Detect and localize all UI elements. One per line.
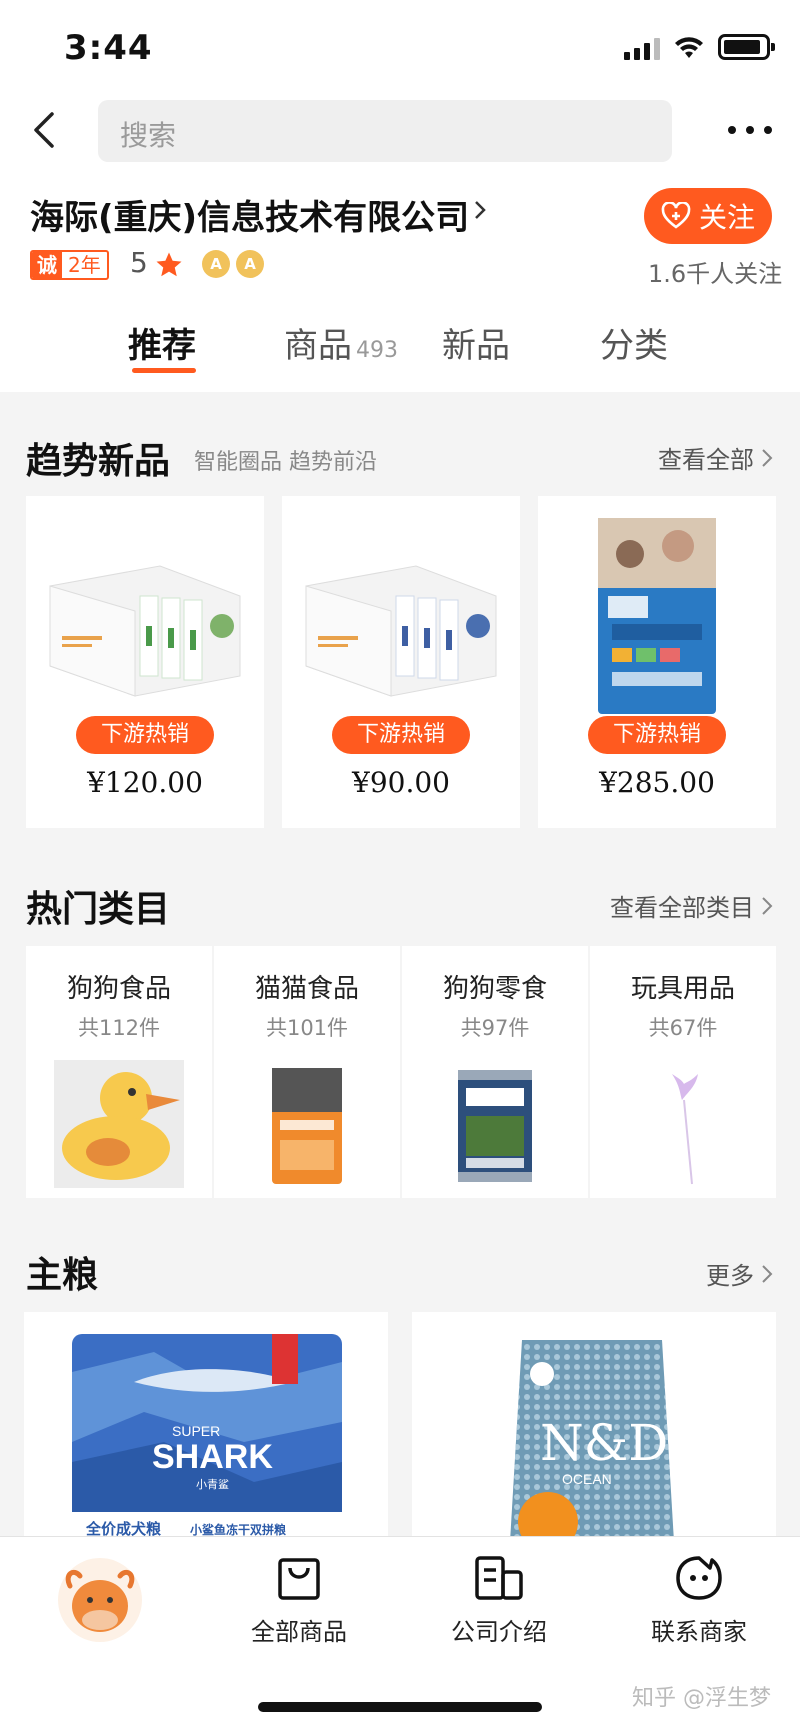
status-time: 3:44 [64, 28, 153, 68]
duck-icon [54, 1060, 184, 1188]
integrity-badge-years: 2年 [68, 253, 101, 277]
chevron-right-icon [762, 896, 773, 915]
integrity-badge: 诚 2年 [30, 250, 109, 280]
shark-brand-large: SHARK [152, 1438, 273, 1476]
battery-icon [718, 34, 775, 60]
home-indicator[interactable] [258, 1702, 542, 1712]
product-image-cat-kitten-bag [272, 1068, 342, 1184]
chevron-right-icon [762, 448, 773, 467]
trending-view-all[interactable]: 查看全部 [658, 440, 774, 475]
follower-count: 1.6千人关注 [648, 260, 783, 288]
integrity-badge-prefix: 诚 [32, 252, 62, 278]
tab-categories[interactable]: 分类 [600, 318, 668, 367]
product-price: ¥120.00 [87, 766, 203, 799]
hot-sale-badge: 下游热销 [332, 716, 470, 754]
product-price: ¥285.00 [599, 766, 715, 799]
category-card[interactable]: 狗狗零食 共97件 [402, 946, 588, 1198]
chevron-right-icon [762, 1264, 773, 1283]
shop-avatar[interactable] [56, 1556, 144, 1644]
category-name: 玩具用品 [630, 974, 735, 1004]
category-card[interactable]: 猫猫食品 共101件 [214, 946, 400, 1198]
search-placeholder: 搜索 [120, 119, 177, 152]
nav-all-products[interactable]: 全部商品 [224, 1554, 374, 1647]
star-icon [156, 252, 182, 277]
product-price: ¥90.00 [352, 766, 450, 799]
follow-button[interactable]: 关注 [644, 188, 772, 244]
level-badge: A [202, 250, 230, 278]
product-image-gift-box-green [49, 565, 241, 697]
shop-rating: 5 [130, 246, 148, 279]
status-icons [624, 34, 775, 60]
category-name: 狗狗食品 [66, 974, 171, 1004]
category-count: 共97件 [460, 1016, 530, 1040]
category-count: 共101件 [265, 1016, 349, 1040]
hot-sale-badge: 下游热销 [588, 716, 726, 754]
company-icon [475, 1556, 523, 1600]
category-card[interactable]: 狗狗食品 共112件 [26, 946, 212, 1198]
nav-contact-merchant[interactable]: 联系商家 [624, 1554, 774, 1647]
shark-caption-2: 小鲨鱼冻干双拼粮 [190, 1522, 286, 1537]
feather-wand-icon [672, 1074, 698, 1185]
trending-card[interactable]: 下游热销 ¥90.00 [282, 496, 520, 828]
category-name: 猫猫食品 [254, 974, 359, 1004]
more-icon[interactable] [728, 126, 772, 134]
nd-brand: N&D [540, 1414, 668, 1472]
nd-sub: OCEAN [562, 1471, 612, 1487]
product-card[interactable]: SUPER SHARK 小青鲨 全价成犬粮 小鲨鱼冻干双拼粮 [24, 1312, 388, 1542]
wifi-icon [675, 37, 703, 58]
tab-products[interactable]: 商品 493 [284, 318, 398, 367]
categories-title: 热门类目 [26, 889, 171, 930]
shark-brand-small: SUPER [172, 1423, 220, 1439]
level-badge: A [236, 250, 264, 278]
trending-title: 趋势新品 [26, 441, 171, 482]
shop-avatar-icon [58, 1558, 142, 1642]
signal-icon [624, 38, 660, 60]
tab-products-count: 493 [356, 338, 398, 363]
product-image-super-shark-bag: SUPER SHARK 小青鲨 全价成犬粮 小鲨鱼冻干双拼粮 [72, 1334, 342, 1542]
tab-recommend[interactable]: 推荐 [128, 318, 196, 367]
shark-sub: 小青鲨 [196, 1478, 229, 1491]
product-image-cat-food-bag [598, 518, 716, 714]
categories-view-all[interactable]: 查看全部类目 [610, 888, 774, 923]
follow-label: 关注 [698, 201, 755, 234]
category-count: 共67件 [648, 1016, 718, 1040]
category-card[interactable]: 玩具用品 共67件 [590, 946, 776, 1198]
product-image-nd-ocean-bag: N&D OCEAN [510, 1340, 674, 1542]
product-card[interactable]: N&D OCEAN [412, 1312, 776, 1542]
heart-plus-icon [661, 202, 691, 229]
main-food-title: 主粮 [26, 1255, 99, 1296]
category-name: 狗狗零食 [442, 974, 547, 1004]
search-input[interactable]: 搜索 [98, 100, 672, 162]
back-arrow-icon[interactable] [26, 110, 66, 150]
chat-icon [676, 1556, 722, 1600]
trending-card[interactable]: 下游热销 ¥285.00 [538, 496, 776, 828]
tab-new[interactable]: 新品 [442, 318, 510, 367]
trending-card[interactable]: 下游热销 ¥120.00 [26, 496, 264, 828]
shop-name[interactable]: 海际(重庆)信息技术有限公司 [30, 190, 469, 239]
bag-icon [278, 1558, 320, 1600]
hot-sale-badge: 下游热销 [76, 716, 214, 754]
category-count: 共112件 [77, 1016, 161, 1040]
product-image-gift-box-blue [305, 565, 497, 697]
trending-subtitle: 智能圈品 趋势前沿 [194, 450, 377, 475]
nav-label: 全部商品 [251, 1618, 347, 1646]
tab-active-indicator [132, 368, 196, 373]
watermark: 知乎 @浮生梦 [632, 1686, 771, 1711]
nav-company-intro[interactable]: 公司介绍 [424, 1554, 574, 1647]
nav-label: 公司介绍 [451, 1618, 547, 1646]
chevron-right-icon[interactable] [470, 200, 490, 220]
product-image-ziwi-can [458, 1070, 532, 1182]
nav-label: 联系商家 [651, 1618, 747, 1646]
main-food-more[interactable]: 更多 [706, 1256, 774, 1291]
